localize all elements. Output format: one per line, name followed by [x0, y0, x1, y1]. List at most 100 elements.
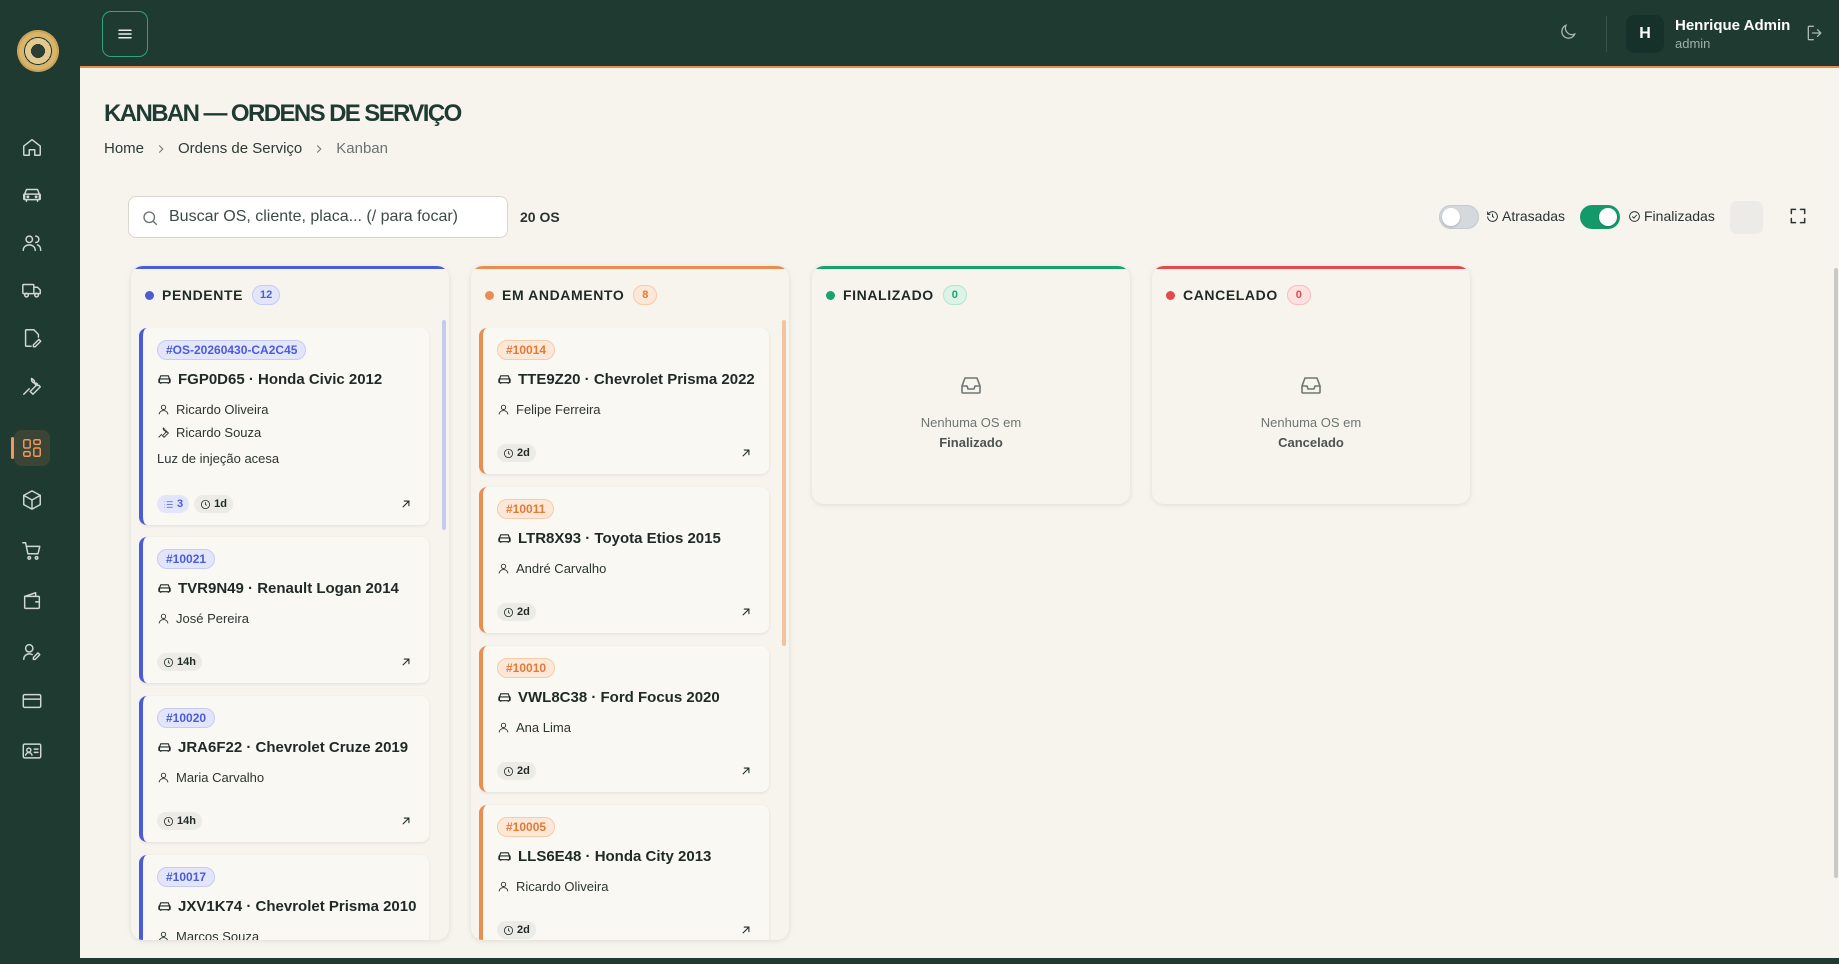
sidebar-item-payments[interactable] [14, 683, 50, 719]
card-meta: 2d [497, 603, 541, 621]
menu-toggle-button[interactable] [102, 11, 148, 57]
open-order-button[interactable] [739, 605, 753, 619]
logout-button[interactable] [1805, 23, 1827, 45]
order-card[interactable]: #10005 LLS6E48 · Honda City 2013 Ricardo… [479, 805, 769, 940]
fullscreen-button[interactable] [1788, 206, 1810, 228]
column-count-badge: 0 [1286, 285, 1311, 305]
sidebar [0, 0, 80, 964]
order-id-badge: #10011 [497, 499, 555, 519]
order-card[interactable]: #10010 VWL8C38 · Ford Focus 2020 Ana Lim… [479, 646, 769, 792]
open-order-button[interactable] [399, 655, 413, 669]
column-count-badge: 12 [252, 285, 281, 305]
open-order-button[interactable] [739, 923, 753, 937]
order-card[interactable]: #10020 JRA6F22 · Chevrolet Cruze 2019 Ma… [139, 696, 429, 842]
open-order-button[interactable] [739, 764, 753, 778]
car-icon [498, 852, 511, 861]
empty-status: Cancelado [1278, 435, 1344, 450]
client: Marcos Souza [157, 929, 259, 940]
page-title: KANBAN — ORDENS DE SERVIÇO [104, 100, 462, 127]
arrow-up-right-icon [402, 817, 410, 825]
card-meta: 14h [157, 812, 207, 830]
open-order-button[interactable] [399, 497, 413, 511]
car-icon [158, 584, 171, 593]
open-order-button[interactable] [739, 446, 753, 460]
order-count: 20 OS [520, 209, 560, 225]
arrow-up-right-icon [742, 926, 750, 934]
column-em-andamento: EM ANDAMENTO 8 #10014 TTE9Z20 · Chevrole… [471, 266, 789, 940]
description: Luz de injeção acesa [157, 451, 280, 466]
order-card[interactable]: #10021 TVR9N49 · Renault Logan 2014 José… [139, 537, 429, 683]
order-id-badge: #10017 [157, 867, 216, 887]
open-order-button[interactable] [399, 814, 413, 828]
column-cancelado: CANCELADO 0 Nenhuma OS em Cancelado [1152, 266, 1470, 504]
user-icon [158, 404, 169, 415]
sidebar-item-kanban[interactable] [11, 430, 50, 466]
sidebar-item-employees[interactable] [14, 634, 50, 670]
clock-icon [163, 657, 174, 667]
car-icon [498, 693, 511, 702]
sidebar-item-home[interactable] [14, 129, 50, 165]
box-icon [23, 490, 41, 510]
order-id-badge: #10005 [497, 817, 556, 837]
hamburger-icon [118, 29, 132, 39]
user-icon [498, 563, 509, 574]
theme-toggle-button[interactable] [1558, 22, 1580, 44]
toggle-finished-label: Finalizadas [1628, 208, 1715, 224]
order-id-badge: #10020 [157, 708, 216, 728]
client: Ana Lima [497, 720, 571, 735]
empty-message: Nenhuma OS em [920, 415, 1022, 430]
sidebar-item-finance[interactable] [14, 583, 50, 619]
order-card[interactable]: #10017 JXV1K74 · Chevrolet Prisma 2010 M… [139, 855, 429, 940]
sidebar-item-profile[interactable] [14, 733, 50, 769]
avatar[interactable]: H [1626, 15, 1664, 53]
client: José Pereira [157, 611, 249, 626]
column-count-badge: 0 [942, 285, 967, 305]
car-icon [23, 188, 41, 203]
status-dot [145, 290, 154, 300]
list-icon [164, 500, 173, 508]
bottom-bar [80, 958, 1839, 964]
column-scrollbar[interactable] [442, 320, 446, 530]
user-icon [498, 722, 509, 733]
sidebar-item-vehicles[interactable] [14, 177, 50, 213]
breadcrumb-service-orders[interactable]: Ordens de Serviço [178, 140, 302, 157]
user-icon [498, 881, 509, 892]
column-scrollbar[interactable] [782, 320, 786, 646]
breadcrumb-home[interactable]: Home [104, 140, 144, 157]
vehicle: LTR8X93 · Toyota Etios 2015 [497, 530, 721, 547]
sidebar-item-services[interactable] [14, 368, 50, 404]
sidebar-item-inventory[interactable] [14, 482, 50, 518]
column-title: CANCELADO [1183, 287, 1278, 303]
card-meta: 14h [157, 653, 207, 671]
check-circle-icon [1629, 210, 1640, 222]
user-icon [158, 931, 169, 940]
status-dot [1166, 290, 1175, 300]
sidebar-item-clients[interactable] [14, 225, 50, 261]
sidebar-item-fleet[interactable] [14, 272, 50, 308]
search-input[interactable] [169, 197, 499, 237]
moon-icon [1561, 24, 1576, 39]
toggle-late-label: Atrasadas [1486, 208, 1565, 224]
id-card-icon [22, 743, 42, 759]
order-id-badge: #10021 [157, 549, 216, 569]
empty-state: Nenhuma OS em Finalizado [812, 373, 1130, 450]
client: Ricardo Oliveira [497, 879, 608, 894]
order-card[interactable]: #10014 TTE9Z20 · Chevrolet Prisma 2022 F… [479, 328, 769, 474]
toggle-finished[interactable] [1580, 205, 1620, 229]
client: Felipe Ferreira [497, 402, 601, 417]
users-icon [22, 235, 42, 252]
order-card[interactable]: #OS-20260430-CA2C45 FGP0D65 · Honda Civi… [139, 328, 429, 525]
page-scrollbar[interactable] [1834, 268, 1838, 878]
divider [1606, 16, 1607, 52]
sidebar-item-quotes[interactable] [14, 320, 50, 356]
order-id-badge: #OS-20260430-CA2C45 [157, 340, 307, 360]
toggle-late[interactable] [1439, 205, 1479, 229]
vehicle: VWL8C38 · Ford Focus 2020 [497, 689, 720, 706]
truck-icon [22, 283, 41, 298]
breadcrumb: Home Ordens de Serviço Kanban [104, 140, 388, 157]
extra-action-button[interactable] [1730, 201, 1763, 234]
logo[interactable] [17, 30, 59, 72]
order-card[interactable]: #10011 LTR8X93 · Toyota Etios 2015 André… [479, 487, 769, 633]
car-icon [498, 375, 511, 384]
sidebar-item-sales[interactable] [14, 533, 50, 569]
